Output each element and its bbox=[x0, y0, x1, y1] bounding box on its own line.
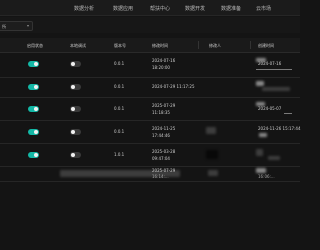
redacted-text bbox=[256, 58, 266, 62]
top-nav: 数据分析 数据应用 帮扶中心 数据开发 数据准备 云市场 bbox=[0, 0, 300, 16]
table-header: 启用状态 本地调试 版本号 修改时间 修改人 创建时间 bbox=[0, 38, 300, 53]
table-row[interactable]: 0.0.1 2024-07-29 11:17:25 bbox=[0, 78, 300, 98]
redacted-text bbox=[256, 81, 264, 86]
enabled-toggle[interactable] bbox=[28, 61, 39, 67]
created-date: 2024-11-26 15:17:44 bbox=[258, 126, 301, 131]
table-row[interactable]: 0.0.1 2024-07-16 18:20:00 2024-07-16 bbox=[0, 53, 300, 78]
modified-date: 2024-07-16 bbox=[152, 58, 176, 63]
toolbar: 所 ▾ bbox=[0, 17, 300, 33]
version-cell: 1.0.1 bbox=[114, 152, 125, 157]
modified-time: 11:18:35 bbox=[152, 110, 170, 115]
redacted-avatar bbox=[208, 170, 218, 176]
nav-item-help-center[interactable]: 帮扶中心 bbox=[150, 5, 170, 12]
modified-date: 2024-11-25 bbox=[152, 126, 176, 131]
debug-toggle[interactable] bbox=[70, 152, 81, 158]
version-cell: 0.0.1 bbox=[114, 84, 125, 89]
environment-select-value: 所 bbox=[2, 23, 6, 29]
enabled-toggle[interactable] bbox=[28, 84, 39, 90]
modified-date: 2025-03-28 bbox=[152, 149, 176, 154]
underline bbox=[284, 113, 292, 114]
toggle-knob bbox=[71, 130, 75, 134]
redacted-text bbox=[262, 87, 290, 91]
column-divider bbox=[250, 41, 251, 49]
redacted-text bbox=[259, 133, 267, 137]
table-row[interactable]: 2025-07-29 16:14:... 16:06:... bbox=[0, 167, 300, 182]
column-header-modified-by[interactable]: 修改人 bbox=[209, 43, 221, 49]
toggle-knob bbox=[34, 153, 38, 157]
table-row[interactable]: 0.0.1 2025-07-29 11:18:35 2024-05-07 bbox=[0, 98, 300, 121]
toggle-knob bbox=[71, 85, 75, 89]
column-header-enabled[interactable]: 启用状态 bbox=[27, 43, 43, 49]
environment-select[interactable]: 所 ▾ bbox=[0, 21, 33, 31]
column-divider bbox=[198, 41, 199, 49]
modified-time: 16:14:... bbox=[152, 174, 169, 179]
toggle-knob bbox=[71, 153, 75, 157]
redacted-avatar bbox=[206, 150, 218, 159]
nav-item-cloud-market[interactable]: 云市场 bbox=[256, 5, 271, 12]
nav-item-data-development[interactable]: 数据开发 bbox=[185, 5, 205, 12]
version-cell: 0.0.1 bbox=[114, 129, 125, 134]
toggle-knob bbox=[34, 107, 38, 111]
modified-time: 17:44:46 bbox=[152, 133, 170, 138]
debug-toggle[interactable] bbox=[70, 61, 81, 67]
redacted-avatar bbox=[206, 127, 216, 134]
modified-date: 2025-07-29 bbox=[152, 103, 176, 108]
enabled-toggle[interactable] bbox=[28, 106, 39, 112]
modified-time: 09:47:04 bbox=[152, 156, 170, 161]
column-header-created-time[interactable]: 创建时间 bbox=[258, 43, 274, 49]
redacted-text bbox=[268, 156, 280, 160]
created-time: 16:06:... bbox=[258, 174, 275, 179]
redacted-text bbox=[256, 102, 265, 106]
toggle-knob bbox=[34, 85, 38, 89]
enabled-toggle[interactable] bbox=[28, 152, 39, 158]
column-header-local-debug[interactable]: 本地调试 bbox=[70, 43, 86, 49]
enabled-toggle[interactable] bbox=[28, 129, 39, 135]
table-row[interactable]: 1.0.1 2025-03-28 09:47:04 bbox=[0, 144, 300, 167]
underline bbox=[256, 69, 292, 70]
modified-date: 2024-07-29 11:17:25 bbox=[152, 84, 195, 89]
version-cell: 0.0.1 bbox=[114, 106, 125, 111]
toggle-knob bbox=[71, 107, 75, 111]
nav-item-data-application[interactable]: 数据应用 bbox=[113, 5, 133, 12]
redacted-text bbox=[256, 168, 266, 173]
toggle-knob bbox=[34, 130, 38, 134]
debug-toggle[interactable] bbox=[70, 129, 81, 135]
redacted-text bbox=[256, 149, 263, 156]
chevron-down-icon: ▾ bbox=[26, 23, 29, 28]
version-cell: 0.0.1 bbox=[114, 61, 125, 66]
table-row[interactable]: 0.0.1 2024-11-25 17:44:46 2024-11-26 15:… bbox=[0, 121, 300, 144]
toggle-knob bbox=[71, 62, 75, 66]
debug-toggle[interactable] bbox=[70, 106, 81, 112]
toggle-knob bbox=[34, 62, 38, 66]
nav-item-data-preparation[interactable]: 数据准备 bbox=[221, 5, 241, 12]
column-header-version[interactable]: 版本号 bbox=[114, 43, 126, 49]
debug-toggle[interactable] bbox=[70, 84, 81, 90]
nav-item-data-analysis[interactable]: 数据分析 bbox=[74, 5, 94, 12]
column-header-modified-time[interactable]: 修改时间 bbox=[152, 43, 168, 49]
created-date: 2024-05-07 bbox=[258, 106, 282, 111]
modified-time: 18:20:00 bbox=[152, 65, 170, 70]
